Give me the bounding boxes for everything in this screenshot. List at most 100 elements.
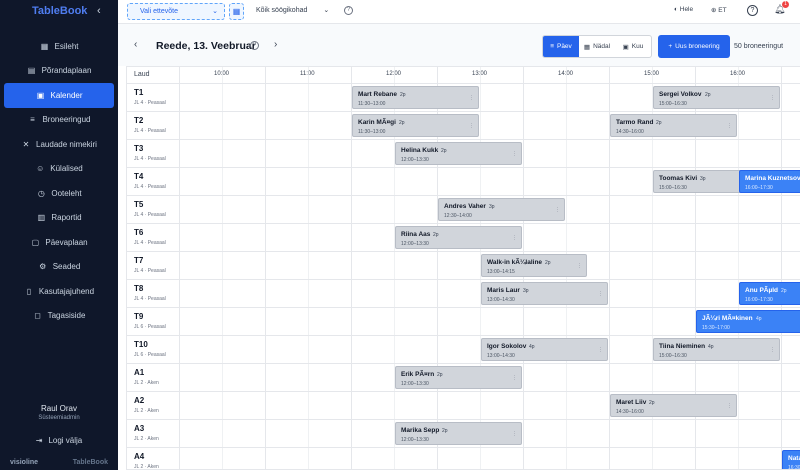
booking-block[interactable]: Andres Vaher 3p 12:30–14:00 ⋮ (438, 198, 565, 221)
table-name: T4 (134, 172, 144, 181)
logout-icon: ⇥ (35, 436, 43, 445)
booking-time: 12:00–13:30 (401, 437, 429, 443)
sidebar-item[interactable]: ▢ Päevaplaan (4, 230, 114, 255)
booking-block[interactable]: Igor Sokolov 4p 13:00–14:30 ⋮ (481, 338, 608, 361)
booking-block[interactable]: Mart Rebane 2p 11:30–13:00 ⋮ (352, 86, 479, 109)
footer-vendor: visioline (10, 459, 39, 466)
company-select[interactable]: Vali ettevõte ⌄ (127, 3, 225, 20)
list-icon: ≡ (30, 115, 35, 125)
logout-button[interactable]: ⇥ Logi välja (0, 436, 118, 445)
booking-guest-name: Karin MÃ¤gi (358, 119, 396, 126)
chevron-right-icon[interactable]: › (274, 39, 277, 50)
booking-block[interactable]: Marina Kuznetsova4p16:00–17:30⋮ (739, 170, 800, 193)
footer-product: TableBook (72, 459, 108, 466)
table-meta: JL 4 · Peasaal (134, 212, 166, 218)
drag-handle-icon[interactable]: ⋮ (512, 375, 517, 381)
sidebar-item-label: Seaded (52, 262, 81, 272)
sidebar-item[interactable]: ◻ Tagasiside (4, 304, 114, 329)
booking-time: 15:30–17:00 (702, 325, 730, 331)
table-name: A1 (134, 368, 145, 377)
new-booking-label: Uus broneering (675, 43, 720, 50)
booking-block[interactable]: Sergei Volkov 2p 15:00–16:30 ⋮ (653, 86, 780, 109)
booking-guest-name: Marina Kuznetsova (745, 175, 800, 182)
clock-icon: ◷ (37, 188, 45, 198)
drag-handle-icon[interactable]: ⋮ (598, 291, 603, 297)
drag-handle-icon[interactable]: ⋮ (512, 431, 517, 437)
view-button[interactable]: ▦ Nädal (579, 36, 615, 57)
sidebar-item-label: Broneeringud (42, 115, 91, 125)
booking-block[interactable]: Karin MÃ¤gi 2p 11:30–13:00 ⋮ (352, 114, 479, 137)
table-meta: JL 2 · Aken (134, 408, 159, 414)
drag-handle-icon[interactable]: ⋮ (577, 263, 582, 269)
gear-icon: ⚙ (39, 262, 47, 272)
theme-toggle[interactable]: ◐ Hele (674, 6, 693, 13)
help-icon[interactable]: ? (344, 6, 353, 15)
drag-handle-icon[interactable]: ⋮ (770, 347, 775, 353)
sidebar-item[interactable]: ▤ Põrandaplaan (4, 59, 114, 84)
view-button-label: Nädal (593, 43, 611, 50)
grid-icon: ▦ (40, 41, 49, 51)
user-name: Raul Orav (40, 404, 77, 413)
chevron-down-icon: ⌄ (212, 8, 218, 15)
drag-handle-icon[interactable]: ⋮ (512, 235, 517, 241)
table-meta: JL 4 · Peasaal (134, 156, 166, 162)
booking-block[interactable]: Anu PÃµld2p16:00–17:30⋮ (739, 282, 800, 305)
sidebar-item[interactable]: ▣ Kalender (4, 83, 114, 108)
help-icon[interactable]: ? (250, 41, 259, 50)
booking-block[interactable]: JÃ¼ri MÃ¤kinen4p15:30–17:00⋮ (696, 310, 800, 333)
chart-icon: ▥ (37, 213, 46, 223)
chevron-left-icon[interactable]: ‹ (97, 5, 101, 17)
table-meta: JL 4 · Peasaal (134, 296, 166, 302)
booking-block[interactable]: Natalia Smirnova16:30–18:00⋮ (782, 450, 800, 469)
brand: TableBook ‹ (0, 0, 118, 24)
help-icon[interactable]: ? (747, 5, 758, 16)
notification-badge: 1 (782, 1, 789, 8)
grid-icon: ▦ (583, 43, 591, 51)
table-meta: JL 6 · Peasaal (134, 324, 166, 330)
booking-block[interactable]: Maris Laur 3p 13:00–14:30 ⋮ (481, 282, 608, 305)
sidebar-item[interactable]: ▥ Raportid (4, 206, 114, 231)
booking-block[interactable]: Riina Aas 2p 12:00–13:30 ⋮ (395, 226, 522, 249)
booking-guest-name: Sergei Volkov (659, 91, 702, 98)
view-button[interactable]: ≡ Päev (543, 36, 579, 57)
drag-handle-icon[interactable]: ⋮ (770, 95, 775, 101)
booking-block[interactable]: Erik PÃ¤rn 2p 12:00–13:30 ⋮ (395, 366, 522, 389)
booking-party-size: 2p (399, 120, 405, 126)
book-icon: ▯ (26, 286, 32, 296)
drag-handle-icon[interactable]: ⋮ (727, 123, 732, 129)
booking-block[interactable]: Walk-in kÃ¼laline 2p 13:00–14:15 ⋮ (481, 254, 587, 277)
drag-handle-icon[interactable]: ⋮ (598, 347, 603, 353)
booking-block[interactable]: Marika Sepp 2p 12:00–13:30 ⋮ (395, 422, 522, 445)
sidebar-item-label: Kasutajajuhend (38, 286, 95, 296)
view-button[interactable]: ▣ Kuu (615, 36, 651, 57)
chevron-left-icon[interactable]: ‹ (134, 39, 137, 50)
drag-handle-icon[interactable]: ⋮ (512, 151, 517, 157)
booking-block[interactable]: Maret Liiv 2p 14:30–16:00 ⋮ (610, 394, 737, 417)
sidebar-item[interactable]: ◷ Ooteleht (4, 181, 114, 206)
location-select[interactable]: Kõik söögikohad ⌄ (256, 6, 329, 14)
table-row: A3 JL 2 · Aken Marika Sepp 2p 12:00–13:30 ⋮ (127, 420, 800, 448)
booking-block[interactable]: Helina Kukk 2p 12:00–13:30 ⋮ (395, 142, 522, 165)
drag-handle-icon[interactable]: ⋮ (555, 207, 560, 213)
new-booking-button[interactable]: + Uus broneering (658, 35, 730, 58)
booking-block[interactable]: Tarmo Rand 2p 14:30–16:00 ⋮ (610, 114, 737, 137)
language-select[interactable]: ⊕ ET (711, 6, 727, 14)
booking-time: 12:00–13:30 (401, 157, 429, 163)
table-row: T9 JL 6 · Peasaal JÃ¼ri MÃ¤kinen 4p 15:30–17… (127, 308, 800, 336)
drag-handle-icon[interactable]: ⋮ (727, 403, 732, 409)
sidebar-item[interactable]: ⚙ Seaded (4, 255, 114, 280)
booking-guest-name: Marika Sepp (401, 427, 440, 434)
table-row: T3 JL 4 · Peasaal Helina Kukk 2p 12:00–13:30… (127, 140, 800, 168)
booking-block[interactable]: Tiina Nieminen 4p 15:00–16:30 ⋮ (653, 338, 780, 361)
booking-guest-name: Igor Sokolov (487, 343, 527, 350)
drag-handle-icon[interactable]: ⋮ (469, 95, 474, 101)
drag-handle-icon[interactable]: ⋮ (469, 123, 474, 129)
utensils-icon: ✕ (22, 139, 30, 149)
sidebar-item[interactable]: ☺ Külalised (4, 157, 114, 182)
sidebar-item[interactable]: ▯ Kasutajajuhend (4, 279, 114, 304)
sidebar-item[interactable]: ✕ Laudade nimekiri (4, 132, 114, 157)
booking-count: 50 broneeringut (734, 43, 784, 50)
sidebar-item[interactable]: ≡ Broneeringud (4, 108, 114, 133)
building-icon[interactable]: ▦ (229, 3, 244, 20)
sidebar-item[interactable]: ▦ Esileht (4, 34, 114, 59)
